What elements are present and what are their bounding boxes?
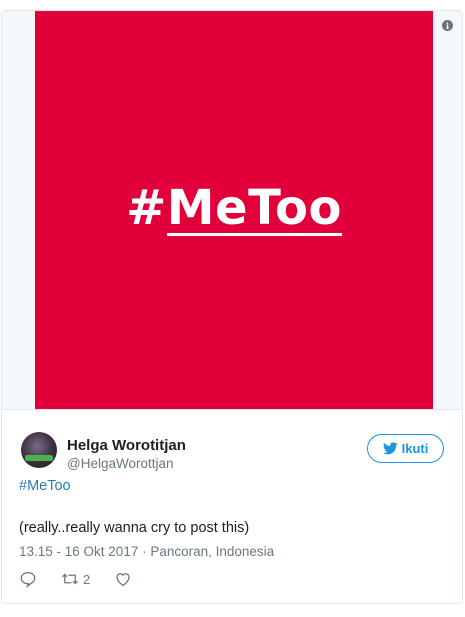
tweet-location[interactable]: Pancoran, Indonesia <box>150 544 274 559</box>
tweet-body: (really..really wanna cry to post this) <box>19 520 250 536</box>
tweet-timestamp[interactable]: 13.15 - 16 Okt 2017 <box>19 544 138 559</box>
tweet-actions: 2 <box>19 570 156 588</box>
follow-label: Ikuti <box>401 441 429 456</box>
twitter-bird-icon <box>382 442 398 455</box>
tweet-hashtag-link[interactable]: #MeToo <box>19 476 71 496</box>
tweet-meta: 13.15 - 16 Okt 2017 · Pancoran, Indonesi… <box>19 544 274 559</box>
graphic-hash: # <box>126 180 167 236</box>
tweet-media[interactable]: # MeToo i <box>2 11 462 410</box>
reply-button[interactable] <box>19 570 37 588</box>
author-name[interactable]: Helga Worotitjan <box>67 437 186 454</box>
metoo-graphic: # MeToo <box>126 184 342 236</box>
info-icon[interactable]: i <box>442 20 453 31</box>
reply-icon <box>20 571 36 588</box>
retweet-count: 2 <box>83 571 91 587</box>
retweet-button[interactable]: 2 <box>61 570 90 588</box>
retweet-icon <box>62 573 78 585</box>
like-button[interactable] <box>114 570 132 588</box>
graphic-word: MeToo <box>166 180 342 236</box>
heart-icon <box>116 573 130 587</box>
metoo-image[interactable]: # MeToo <box>35 11 433 409</box>
tweet-text: #MeToo (really..really wanna cry to post… <box>19 476 439 538</box>
tweet-header: Helga Worotitjan @HelgaWorottjan Ikuti <box>2 419 462 479</box>
follow-button[interactable]: Ikuti <box>367 434 444 463</box>
avatar[interactable] <box>21 432 57 468</box>
meta-separator: · <box>138 544 151 559</box>
author-handle[interactable]: @HelgaWorottjan <box>67 456 174 471</box>
